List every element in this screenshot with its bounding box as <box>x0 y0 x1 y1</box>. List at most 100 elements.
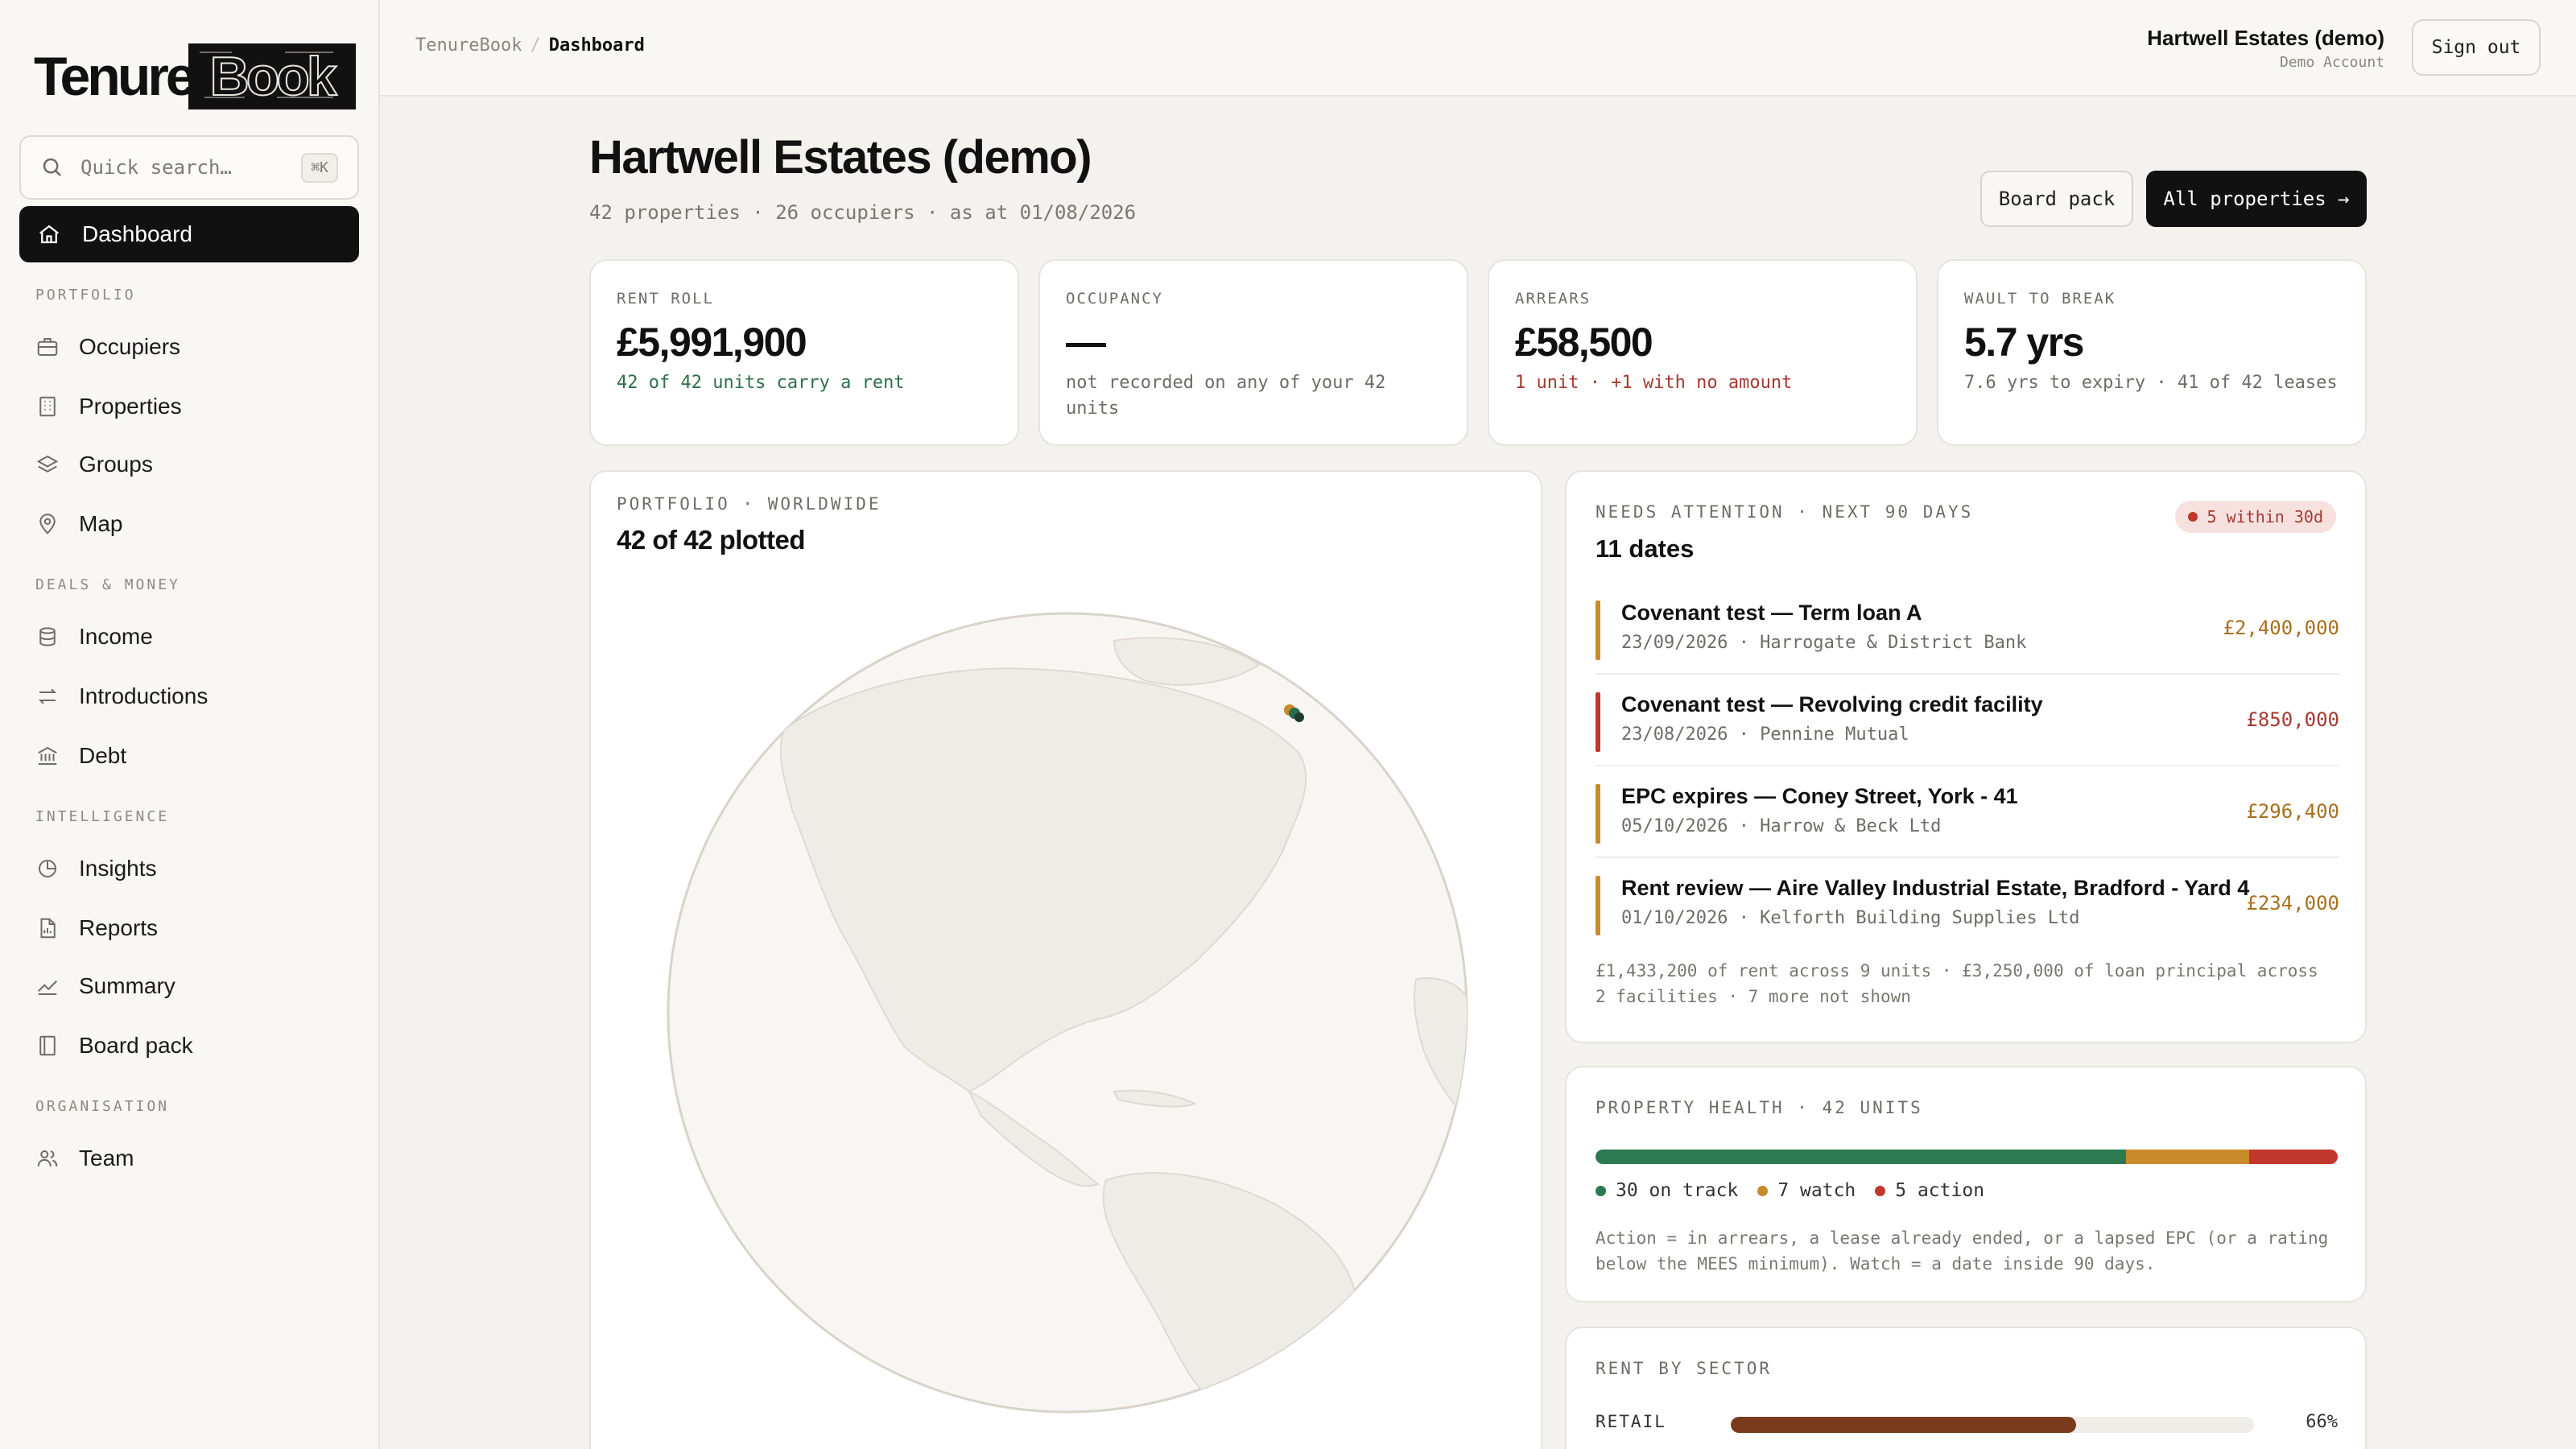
quick-search-input[interactable]: Quick search… ⌘K <box>19 135 359 200</box>
map-card-title: 42 of 42 plotted <box>617 525 806 555</box>
sidebar-item-label: Board pack <box>79 1033 193 1058</box>
legend-dot-icon <box>1596 1185 1606 1196</box>
sidebar-item-label: Team <box>79 1146 134 1170</box>
all-properties-button[interactable]: All properties → <box>2146 171 2367 227</box>
attention-item-amount: £296,400 <box>2246 800 2339 823</box>
kpi-card-occupancy: OCCUPANCY — not recorded on any of your … <box>1038 259 1468 446</box>
legend-dot-icon <box>1875 1185 1886 1196</box>
sidebar-item-label: Reports <box>79 915 159 940</box>
property-health-card: PROPERTY HEALTH · 42 UNITS 30 on track 7… <box>1565 1066 2367 1302</box>
health-bar-segment <box>1596 1150 2126 1164</box>
legend-watch: 7 watch <box>1757 1180 1856 1201</box>
sidebar-item-label: Groups <box>79 452 153 477</box>
sidebar-item-label: Occupiers <box>79 334 181 359</box>
attention-item[interactable]: EPC expires — Coney Street, York - 41 05… <box>1596 778 2339 858</box>
app-logo[interactable]: Tenure Book <box>34 43 356 109</box>
account-info: Hartwell Estates (demo) Demo Account <box>2147 26 2384 71</box>
home-icon <box>39 225 59 244</box>
health-bar-segment <box>2249 1150 2338 1164</box>
attention-status-bar <box>1596 692 1600 752</box>
needs-attention-card: NEEDS ATTENTION · NEXT 90 DAYS 11 dates … <box>1565 470 2367 1043</box>
attention-status-bar <box>1596 784 1600 844</box>
sidebar-item-label: Debt <box>79 743 127 768</box>
kpi-value: 5.7 yrs <box>1964 320 2084 365</box>
sidebar-item-summary[interactable]: Summary <box>35 966 175 1006</box>
sidebar-item-dashboard[interactable]: Dashboard <box>19 206 359 262</box>
sidebar-item-insights[interactable]: Insights <box>35 848 157 889</box>
sidebar-item-groups[interactable]: Groups <box>35 444 153 485</box>
arrows-exchange-icon <box>38 688 57 704</box>
board-pack-button[interactable]: Board pack <box>1980 171 2133 227</box>
attention-item-subtitle: 23/08/2026 · Pennine Mutual <box>1621 724 1909 745</box>
urgent-count-badge: 5 within 30d <box>2174 501 2336 533</box>
attention-item-title: Covenant test — Term loan A <box>1621 601 1922 625</box>
urgent-count-text: 5 within 30d <box>2207 507 2324 526</box>
legend-label: 5 action <box>1895 1180 1985 1201</box>
kpi-card-wault: WAULT TO BREAK 5.7 yrs 7.6 yrs to expiry… <box>1937 259 2367 446</box>
breadcrumb-separator: / <box>530 35 541 56</box>
legend-dot-icon <box>1757 1185 1769 1196</box>
search-placeholder: Quick search… <box>80 156 232 179</box>
nav-section-portfolio: PORTFOLIO <box>35 287 136 303</box>
sidebar-item-label: Insights <box>79 856 157 881</box>
sidebar-item-label: Properties <box>79 394 182 419</box>
breadcrumb-root[interactable]: TenureBook <box>415 35 522 56</box>
briefcase-icon <box>37 338 58 356</box>
world-globe-map[interactable] <box>663 609 1472 1417</box>
attention-item-title: Rent review — Aire Valley Industrial Est… <box>1621 876 2250 900</box>
attention-item-amount: £850,000 <box>2246 708 2339 731</box>
sidebar-item-label: Map <box>79 511 123 536</box>
sector-bar-track <box>1731 1417 2254 1433</box>
sidebar-item-properties[interactable]: Properties <box>35 386 182 427</box>
sidebar-item-income[interactable]: Income <box>35 617 153 657</box>
sign-out-button[interactable]: Sign out <box>2412 19 2541 76</box>
kpi-note: not recorded on any of your 42 units <box>1066 373 1386 419</box>
attention-item-amount: £2,400,000 <box>2223 617 2340 639</box>
bank-icon <box>38 746 57 765</box>
sector-name: RETAIL <box>1596 1412 1666 1431</box>
attention-item[interactable]: Covenant test — Revolving credit facilit… <box>1596 686 2339 766</box>
attention-item-title: EPC expires — Coney Street, York - 41 <box>1621 784 2018 808</box>
rent-by-sector-card: RENT BY SECTOR RETAIL 66% <box>1565 1327 2367 1449</box>
row-divider <box>1596 857 2339 858</box>
breadcrumb: TenureBook / Dashboard <box>415 35 645 56</box>
sidebar-item-occupiers[interactable]: Occupiers <box>35 327 180 367</box>
attention-card-title: 11 dates <box>1596 535 1695 563</box>
attention-item[interactable]: Covenant test — Term loan A 23/09/2026 ·… <box>1596 594 2339 675</box>
sidebar-item-reports[interactable]: Reports <box>35 908 158 948</box>
database-icon <box>39 627 56 646</box>
property-marker[interactable] <box>1294 712 1304 722</box>
sidebar-item-debt[interactable]: Debt <box>35 736 126 776</box>
health-bar-segment <box>2125 1150 2250 1164</box>
trend-line-icon <box>38 980 57 995</box>
kpi-value: — <box>1066 320 1106 365</box>
sidebar-item-team[interactable]: Team <box>35 1138 134 1179</box>
kpi-card-rent-roll: RENT ROLL £5,991,900 42 of 42 units carr… <box>589 259 1019 446</box>
health-stacked-bar <box>1596 1150 2338 1164</box>
search-icon <box>43 158 61 176</box>
attention-item[interactable]: Rent review — Aire Valley Industrial Est… <box>1596 869 2339 950</box>
building-icon <box>39 396 56 417</box>
row-divider <box>1596 673 2339 675</box>
sidebar: Tenure Book Quick search… ⌘K Dashboard P… <box>0 0 380 1449</box>
sidebar-item-introductions[interactable]: Introductions <box>35 676 208 716</box>
attention-card-label: NEEDS ATTENTION · NEXT 90 DAYS <box>1596 502 1974 522</box>
attention-status-bar <box>1596 601 1600 660</box>
sector-card-label: RENT BY SECTOR <box>1596 1359 1773 1378</box>
health-card-label: PROPERTY HEALTH · 42 UNITS <box>1596 1098 1923 1117</box>
sidebar-item-board-pack[interactable]: Board pack <box>35 1026 193 1066</box>
sidebar-item-label: Summary <box>79 973 175 998</box>
legend-action: 5 action <box>1875 1180 1984 1201</box>
account-name: Hartwell Estates (demo) <box>2147 26 2384 50</box>
sidebar-item-map[interactable]: Map <box>35 504 122 544</box>
attention-item-subtitle: 05/10/2026 · Harrow & Beck Ltd <box>1621 816 1942 836</box>
attention-item-subtitle: 23/09/2026 · Harrogate & District Bank <box>1621 633 2027 653</box>
pie-chart-icon <box>39 860 56 877</box>
sector-bar-fill <box>1731 1417 2076 1433</box>
top-bar: TenureBook / Dashboard Hartwell Estates (d… <box>380 0 2576 97</box>
kpi-note: 42 of 42 units carry a rent <box>617 373 905 393</box>
legend-label: 7 watch <box>1777 1180 1856 1201</box>
report-icon <box>40 918 56 939</box>
logo-wordmark-left: Tenure <box>34 46 196 107</box>
row-divider <box>1596 765 2339 766</box>
